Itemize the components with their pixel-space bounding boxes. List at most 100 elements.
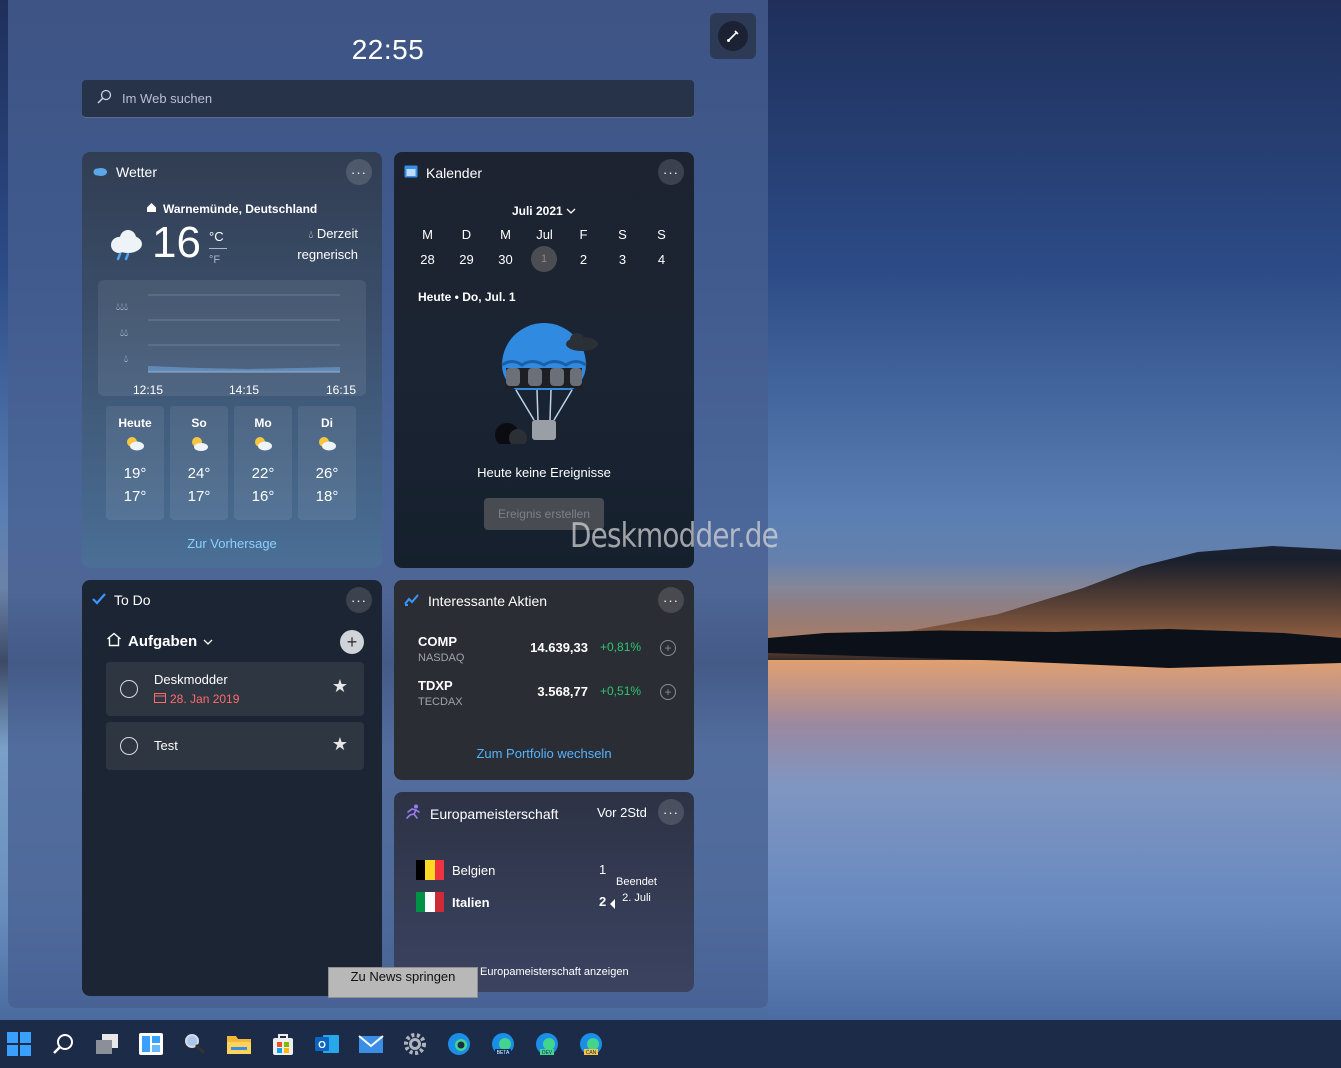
day-high: 19° bbox=[123, 465, 147, 482]
weekday-row: M D M Jul F S S bbox=[408, 227, 688, 242]
stock-change: +0,51% bbox=[600, 684, 642, 698]
stock-row[interactable]: TDXP TECDAX 3.568,77 +0,51% + bbox=[418, 678, 678, 718]
list-name: Aufgaben bbox=[128, 633, 198, 650]
location-text: Warnemünde, Deutschland bbox=[163, 202, 318, 216]
widgets-icon[interactable] bbox=[137, 1030, 165, 1058]
unit-celsius[interactable]: °C bbox=[209, 229, 224, 244]
watermark: Deskmodder.de bbox=[570, 516, 779, 556]
date-cell[interactable]: 3 bbox=[603, 252, 642, 267]
calendar-more-button[interactable]: ··· bbox=[658, 159, 684, 185]
stock-symbol: TDXP bbox=[418, 678, 453, 693]
store-icon[interactable] bbox=[269, 1030, 297, 1058]
month-selector[interactable]: Juli 2021 bbox=[394, 204, 694, 218]
calendar-title: Kalender bbox=[426, 164, 483, 181]
sports-widget[interactable]: Europameisterschaft Vor 2Std Belgien Ita… bbox=[394, 792, 694, 992]
home-icon bbox=[106, 632, 122, 651]
web-search-box[interactable]: Im Web suchen bbox=[82, 80, 694, 118]
no-events-text: Heute keine Ereignisse bbox=[477, 465, 611, 480]
edge-beta-icon[interactable]: BETA bbox=[489, 1030, 517, 1058]
add-stock-button[interactable]: + bbox=[660, 640, 676, 656]
unit-fahrenheit[interactable]: °F bbox=[209, 248, 227, 271]
star-icon[interactable]: ★ bbox=[332, 734, 348, 755]
forecast-link[interactable]: Zur Vorhersage bbox=[82, 536, 382, 551]
precipitation-chart: 💧︎💧︎💧︎ 💧︎💧︎ 💧︎ 12:15 14:15 16:15 bbox=[98, 280, 366, 397]
current-temperature: 16 bbox=[152, 218, 201, 267]
date-cell[interactable]: 30 bbox=[486, 252, 525, 267]
weather-cloud-icon bbox=[92, 164, 108, 180]
personalize-button[interactable] bbox=[710, 13, 756, 59]
status-line1: Beendet bbox=[616, 876, 657, 888]
status-line2: 2. Juli bbox=[622, 892, 651, 904]
italy-flag-icon bbox=[416, 892, 444, 912]
today-date-label: Heute • Do, Jul. 1 bbox=[418, 290, 516, 304]
stocks-more-button[interactable]: ··· bbox=[658, 587, 684, 613]
portfolio-link[interactable]: Zum Portfolio wechseln bbox=[394, 746, 694, 761]
settings-gear-icon[interactable] bbox=[401, 1030, 429, 1058]
stock-symbol: COMP bbox=[418, 634, 457, 649]
calendar-icon bbox=[154, 692, 166, 706]
date-cell[interactable]: 29 bbox=[447, 252, 486, 267]
day-high: 26° bbox=[315, 465, 339, 482]
weekday: Jul bbox=[536, 227, 553, 242]
stock-row[interactable]: COMP NASDAQ 14.639,33 +0,81% + bbox=[418, 634, 678, 674]
sports-title: Europameisterschaft bbox=[430, 805, 559, 822]
match-time: Vor 2Std bbox=[597, 805, 647, 820]
sports-more-button[interactable]: ··· bbox=[658, 799, 684, 825]
magnifier-app-icon[interactable] bbox=[181, 1030, 209, 1058]
task-checkbox[interactable] bbox=[120, 680, 138, 698]
date-cell[interactable]: 4 bbox=[642, 252, 681, 267]
chevron-down-icon bbox=[566, 204, 576, 218]
weather-location: Warnemünde, Deutschland bbox=[146, 202, 317, 216]
todo-more-button[interactable]: ··· bbox=[346, 587, 372, 613]
raindrop-icon: 💧︎ bbox=[308, 229, 314, 241]
jump-to-news-button[interactable]: Zu News springen bbox=[328, 967, 478, 998]
todo-title: To Do bbox=[114, 592, 151, 608]
forecast-day[interactable]: So 24° 17° bbox=[170, 406, 228, 520]
forecast-day[interactable]: Di 26° 18° bbox=[298, 406, 356, 520]
date-cell[interactable]: 28 bbox=[408, 252, 447, 267]
forecast-day[interactable]: Mo 22° 16° bbox=[234, 406, 292, 520]
calendar-icon bbox=[404, 164, 418, 181]
team-row: Italien bbox=[416, 892, 490, 912]
edge-dev-icon[interactable]: DEV bbox=[533, 1030, 561, 1058]
heavy-rain-icon: 💧︎💧︎💧︎ bbox=[116, 302, 128, 313]
task-view-icon[interactable] bbox=[93, 1030, 121, 1058]
stock-value: 14.639,33 bbox=[530, 640, 588, 655]
calendar-widget[interactable]: Kalender Juli 2021 M D M Jul F S S 1 28 … bbox=[394, 152, 694, 568]
date-cell[interactable] bbox=[525, 252, 564, 267]
day-low: 17° bbox=[123, 488, 147, 505]
weather-widget[interactable]: Wetter Warnemünde, Deutschland 16 °C °F … bbox=[82, 152, 382, 568]
star-icon[interactable]: ★ bbox=[332, 676, 348, 697]
edge-icon[interactable] bbox=[445, 1030, 473, 1058]
search-icon[interactable] bbox=[49, 1030, 77, 1058]
mail-icon[interactable] bbox=[357, 1030, 385, 1058]
stocks-chart-icon bbox=[404, 592, 420, 609]
add-stock-button[interactable]: + bbox=[660, 684, 676, 700]
svg-text:DEV: DEV bbox=[542, 1050, 553, 1056]
weekday: S bbox=[618, 227, 627, 242]
stock-exchange: NASDAQ bbox=[418, 652, 465, 664]
date-cell[interactable]: 2 bbox=[564, 252, 603, 267]
search-icon bbox=[96, 89, 112, 108]
start-windows-icon[interactable] bbox=[5, 1030, 33, 1058]
sports-link[interactable]: Europameisterschaft anzeigen bbox=[480, 966, 629, 978]
todo-widget[interactable]: To Do Aufgaben + Deskmodder 28. Jan 2019… bbox=[82, 580, 382, 996]
partly-cloudy-rain-icon bbox=[234, 436, 292, 455]
weather-more-button[interactable]: ··· bbox=[346, 159, 372, 185]
task-checkbox[interactable] bbox=[120, 737, 138, 755]
unit-toggle[interactable]: °C °F bbox=[209, 226, 227, 271]
forecast-day[interactable]: Heute 19° 17° bbox=[106, 406, 164, 520]
add-task-button[interactable]: + bbox=[340, 630, 364, 654]
home-icon bbox=[146, 202, 157, 216]
file-explorer-icon[interactable] bbox=[225, 1030, 253, 1058]
edge-canary-icon[interactable]: CAN bbox=[577, 1030, 605, 1058]
team-name: Italien bbox=[452, 894, 490, 910]
weather-condition: 💧︎ Derzeit regnerisch bbox=[297, 224, 358, 265]
condition-line1: Derzeit bbox=[316, 226, 358, 241]
task-date-text: 28. Jan 2019 bbox=[170, 692, 240, 706]
task-item[interactable]: Test ★ bbox=[106, 722, 364, 770]
stocks-widget[interactable]: Interessante Aktien COMP NASDAQ 14.639,3… bbox=[394, 580, 694, 780]
task-list-selector[interactable]: Aufgaben bbox=[106, 632, 213, 651]
outlook-icon[interactable]: O bbox=[313, 1030, 341, 1058]
task-item[interactable]: Deskmodder 28. Jan 2019 ★ bbox=[106, 662, 364, 716]
